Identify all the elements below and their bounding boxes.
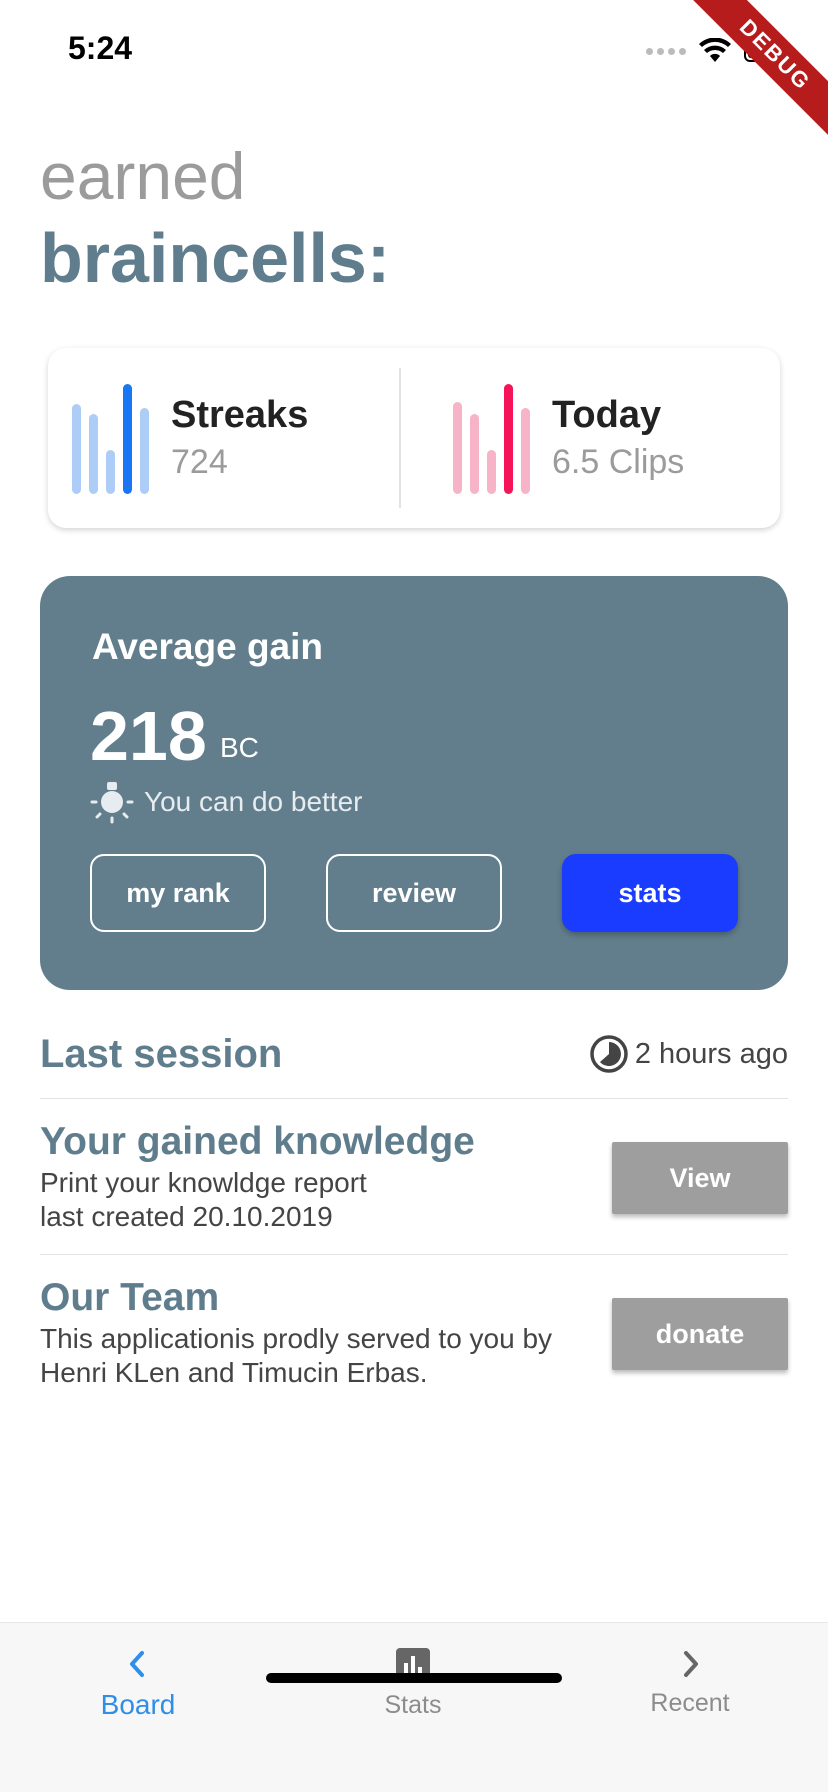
- wifi-icon: [699, 38, 731, 62]
- today-title: Today: [552, 394, 662, 436]
- tab-board[interactable]: Board: [48, 1647, 228, 1721]
- team-title: Our Team: [40, 1276, 220, 1319]
- cellular-signal-icon: [646, 47, 686, 55]
- my-rank-button[interactable]: my rank: [90, 854, 266, 932]
- tab-stats-label: Stats: [384, 1691, 442, 1719]
- streaks-bars-icon: [72, 382, 149, 494]
- last-session-time-text: 2 hours ago: [634, 1037, 788, 1070]
- lightbulb-icon: [90, 782, 134, 824]
- knowledge-title: Your gained knowledge: [40, 1120, 475, 1163]
- team-line-1: This applicationis prodly served to you …: [40, 1323, 553, 1354]
- tab-board-label: Board: [100, 1689, 176, 1720]
- divider: [40, 1098, 788, 1099]
- gain-hint: You can do better: [90, 780, 362, 824]
- knowledge-line-1: Print your knowldge report: [40, 1167, 367, 1198]
- last-session-time: 2 hours ago: [589, 1034, 788, 1074]
- heading-earned: earned: [40, 139, 246, 213]
- gain-hint-text: You can do better: [144, 786, 363, 817]
- team-line-2: Henri KLen and Timucin Erbas.: [40, 1357, 428, 1388]
- tab-recent[interactable]: Recent: [600, 1647, 780, 1718]
- status-time: 5:24: [68, 30, 133, 66]
- average-gain-unit: BC: [220, 732, 259, 763]
- summary-card: Streaks 724 Today 6.5 Clips: [48, 348, 780, 528]
- app-screen: 5:24 DEBUG earned braincells: Streaks 72…: [0, 0, 828, 1792]
- average-gain-card: Average gain 218 BC You can do better my…: [40, 576, 788, 990]
- tab-stats[interactable]: Stats: [323, 1647, 503, 1720]
- review-button[interactable]: review: [326, 854, 502, 932]
- home-indicator: [266, 1673, 562, 1683]
- tab-recent-label: Recent: [650, 1689, 730, 1717]
- today-bars-icon: [453, 382, 530, 494]
- average-gain-label: Average gain: [92, 626, 323, 667]
- donate-button[interactable]: donate: [612, 1298, 788, 1370]
- chevron-left-icon: [130, 1651, 144, 1677]
- stats-button[interactable]: stats: [562, 854, 738, 932]
- view-report-button[interactable]: View: [612, 1142, 788, 1214]
- debug-banner: DEBUG: [680, 0, 828, 150]
- clock-icon: [590, 1035, 628, 1073]
- today-value: 6.5 Clips: [552, 443, 685, 481]
- knowledge-line-2: last created 20.10.2019: [40, 1201, 333, 1232]
- average-gain-value: 218: [90, 697, 207, 775]
- streaks-panel[interactable]: Streaks 724: [48, 348, 399, 528]
- today-panel[interactable]: Today 6.5 Clips: [401, 348, 780, 528]
- streaks-title: Streaks: [171, 394, 309, 436]
- chevron-right-icon: [684, 1651, 698, 1677]
- streaks-value: 724: [171, 443, 228, 481]
- heading-braincells: braincells:: [40, 219, 391, 297]
- last-session-title: Last session: [40, 1032, 283, 1076]
- bottom-tab-bar: Board Stats Recent: [0, 1622, 828, 1792]
- divider: [40, 1254, 788, 1255]
